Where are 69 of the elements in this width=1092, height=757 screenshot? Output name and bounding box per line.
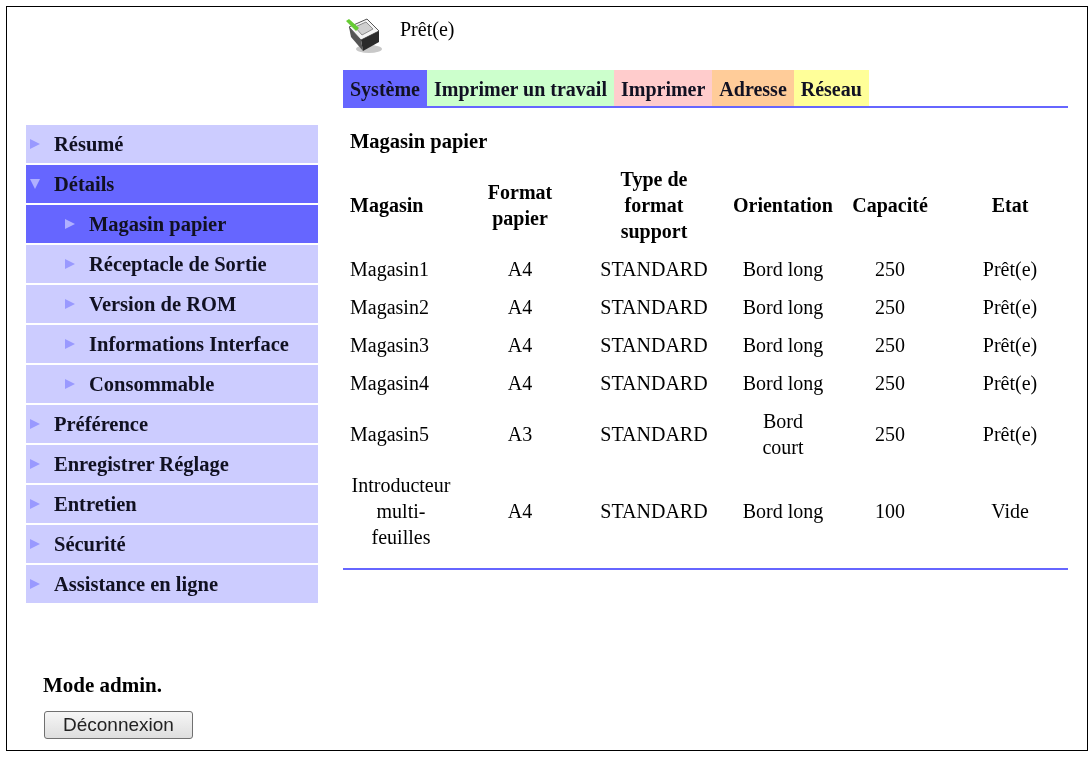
triangle-right-icon <box>65 339 75 349</box>
capacity-value: 250 <box>875 295 905 320</box>
column-header: Etat <box>991 193 1029 218</box>
media-type: STANDARD <box>600 333 708 358</box>
paper-size: A4 <box>507 371 533 396</box>
paper-size: A4 <box>507 257 533 282</box>
capacity-value: 250 <box>875 257 905 282</box>
sidebar-item[interactable]: Préférence <box>26 405 318 443</box>
section-title: Magasin papier <box>350 129 488 154</box>
sidebar-item[interactable]: Informations Interface <box>26 325 318 363</box>
column-header: Magasin <box>350 193 424 218</box>
tray-name: Magasin2 <box>350 295 429 320</box>
capacity-value: 250 <box>875 422 905 447</box>
orientation-value: Bord court <box>761 409 805 460</box>
capacity-value: 100 <box>875 499 905 524</box>
media-type: STANDARD <box>600 499 708 524</box>
tray-name: Magasin1 <box>350 257 429 282</box>
paper-size: A4 <box>507 295 533 320</box>
tray-name: Magasin5 <box>350 422 429 447</box>
orientation-value: Bord long <box>742 499 824 524</box>
column-header: Capacité <box>852 193 928 218</box>
sidebar-item[interactable]: Détails <box>26 165 318 203</box>
media-type: STANDARD <box>600 422 708 447</box>
orientation-value: Bord long <box>742 371 824 396</box>
column-header: Type de format support <box>619 167 689 244</box>
sidebar-item[interactable]: Réceptacle de Sortie <box>26 245 318 283</box>
tray-name: Introducteur multi-feuilles <box>350 473 452 550</box>
orientation-value: Bord long <box>742 333 824 358</box>
paper-size: A3 <box>507 422 533 447</box>
sidebar-item[interactable]: Entretien <box>26 485 318 523</box>
paper-size: A4 <box>507 333 533 358</box>
sidebar-item[interactable]: Enregistrer Réglage <box>26 445 318 483</box>
media-type: STANDARD <box>600 257 708 282</box>
tab[interactable]: Imprimer <box>613 70 713 108</box>
media-type: STANDARD <box>600 371 708 396</box>
tab[interactable]: Réseau <box>793 70 869 108</box>
printer-status: Prêt(e) <box>400 17 455 42</box>
admin-mode-label: Mode admin. <box>43 672 162 698</box>
tab[interactable]: Imprimer un travail <box>427 70 614 108</box>
sidebar-item[interactable]: Assistance en ligne <box>26 565 318 603</box>
orientation-value: Bord long <box>742 257 824 282</box>
triangle-right-icon <box>65 259 75 269</box>
capacity-value: 250 <box>875 333 905 358</box>
printer-icon <box>345 16 385 54</box>
sidebar-item[interactable]: Résumé <box>26 125 318 163</box>
triangle-right-icon <box>65 219 75 229</box>
logout-button[interactable]: Déconnexion <box>44 711 193 739</box>
sidebar-item[interactable]: Sécurité <box>26 525 318 563</box>
tab[interactable]: Adresse <box>712 70 794 108</box>
tray-name: Magasin3 <box>350 333 429 358</box>
status-value: Prêt(e) <box>982 371 1038 396</box>
capacity-value: 250 <box>875 371 905 396</box>
column-header: Format papier <box>486 180 554 231</box>
sidebar-item[interactable]: Magasin papier <box>26 205 318 243</box>
tab[interactable]: Système <box>343 70 427 108</box>
sidebar-item[interactable]: Consommable <box>26 365 318 403</box>
status-value: Prêt(e) <box>982 422 1038 447</box>
triangle-right-icon <box>65 299 75 309</box>
media-type: STANDARD <box>600 295 708 320</box>
orientation-value: Bord long <box>742 295 824 320</box>
status-value: Prêt(e) <box>982 257 1038 282</box>
triangle-right-icon <box>65 379 75 389</box>
status-value: Vide <box>991 499 1029 524</box>
status-value: Prêt(e) <box>982 295 1038 320</box>
status-value: Prêt(e) <box>982 333 1038 358</box>
tray-name: Magasin4 <box>350 371 429 396</box>
column-header: Orientation <box>733 193 833 218</box>
sidebar-item[interactable]: Version de ROM <box>26 285 318 323</box>
paper-size: A4 <box>507 499 533 524</box>
